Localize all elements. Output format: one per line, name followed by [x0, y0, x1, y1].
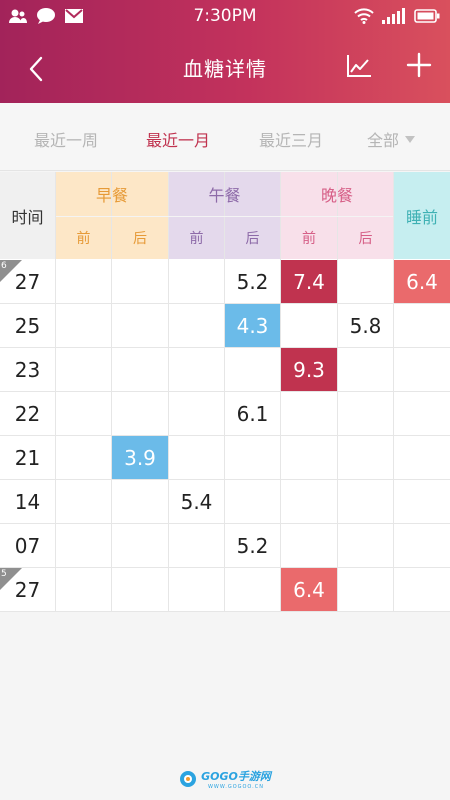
plus-icon — [406, 52, 432, 78]
tab-last-week[interactable]: 最近一周 — [34, 127, 98, 151]
watermark: GOGO手游网 WWW.GOGOO.CN — [0, 768, 450, 792]
line-chart-icon — [347, 55, 371, 77]
lunch-after-header: 后 — [225, 217, 280, 259]
dropdown-arrow-icon — [405, 136, 416, 143]
page-title: 血糖详情 — [183, 57, 267, 81]
tab-last-month[interactable]: 最近一月 — [146, 127, 210, 151]
glucose-value-cell[interactable]: 6.1 — [225, 392, 280, 435]
tab-last-three-months[interactable]: 最近三月 — [259, 127, 323, 151]
status-indicators — [354, 8, 440, 24]
month-marker-label: 5 — [1, 569, 7, 579]
glucose-value-cell[interactable]: 5.2 — [225, 524, 280, 567]
bedtime-header: 睡前 — [394, 172, 450, 259]
column-divider — [111, 172, 112, 612]
row-date: 23 — [14, 358, 41, 382]
chart-button[interactable] — [345, 53, 375, 83]
month-marker-label: 6 — [1, 261, 7, 271]
glucose-value-cell[interactable]: 9.3 — [281, 348, 337, 391]
glucose-value-cell[interactable]: 5.8 — [338, 304, 393, 347]
gogo-logo-icon — [180, 771, 197, 787]
breakfast-header: 早餐 — [56, 172, 168, 216]
header-divider — [56, 216, 393, 217]
signal-icon — [382, 8, 405, 24]
glucose-value-cell[interactable]: 5.4 — [169, 480, 224, 523]
dinner-before-header: 前 — [281, 217, 337, 259]
dinner-after-header: 后 — [338, 217, 393, 259]
column-divider — [337, 172, 338, 612]
glucose-value-cell[interactable]: 7.4 — [281, 260, 337, 303]
row-date: 25 — [14, 314, 41, 338]
row-date: 14 — [14, 490, 41, 514]
nav-bar: 血糖详情 — [0, 33, 450, 103]
time-header: 时间 — [0, 172, 55, 259]
column-divider — [168, 172, 169, 612]
row-divider — [0, 347, 450, 348]
battery-icon — [414, 9, 440, 23]
glucose-value-cell[interactable]: 6.4 — [281, 568, 337, 611]
glucose-value-cell[interactable]: 4.3 — [225, 304, 280, 347]
glucose-table: 时间 早餐 午餐 晚餐 睡前 前 后 前 后 前 后 2765.27.46.42… — [0, 172, 450, 612]
row-divider — [0, 435, 450, 436]
breakfast-before-header: 前 — [56, 217, 111, 259]
column-divider — [55, 172, 56, 612]
row-divider — [0, 611, 450, 612]
glucose-value-cell[interactable]: 5.2 — [225, 260, 280, 303]
wifi-icon — [354, 8, 374, 24]
row-divider — [0, 479, 450, 480]
add-record-button[interactable] — [405, 51, 435, 81]
column-divider — [393, 172, 394, 612]
tab-all[interactable]: 全部 — [367, 127, 416, 151]
watermark-url: WWW.GOGOO.CN — [207, 784, 264, 790]
glucose-value-cell[interactable]: 3.9 — [112, 436, 168, 479]
column-divider — [280, 172, 281, 612]
app-header: 7:30PM 血糖详情 — [0, 0, 450, 103]
glucose-value-cell[interactable]: 6.4 — [394, 260, 450, 303]
watermark-text: GOGO手游网 — [201, 770, 271, 783]
row-divider — [0, 567, 450, 568]
period-tabs: 最近一周 最近一月 最近三月 全部 — [0, 103, 450, 171]
row-date: 07 — [14, 534, 41, 558]
row-date: 22 — [14, 402, 41, 426]
lunch-before-header: 前 — [169, 217, 224, 259]
tab-all-label: 全部 — [367, 131, 400, 150]
row-date: 21 — [14, 446, 41, 470]
breakfast-after-header: 后 — [112, 217, 168, 259]
status-bar: 7:30PM — [0, 0, 450, 33]
